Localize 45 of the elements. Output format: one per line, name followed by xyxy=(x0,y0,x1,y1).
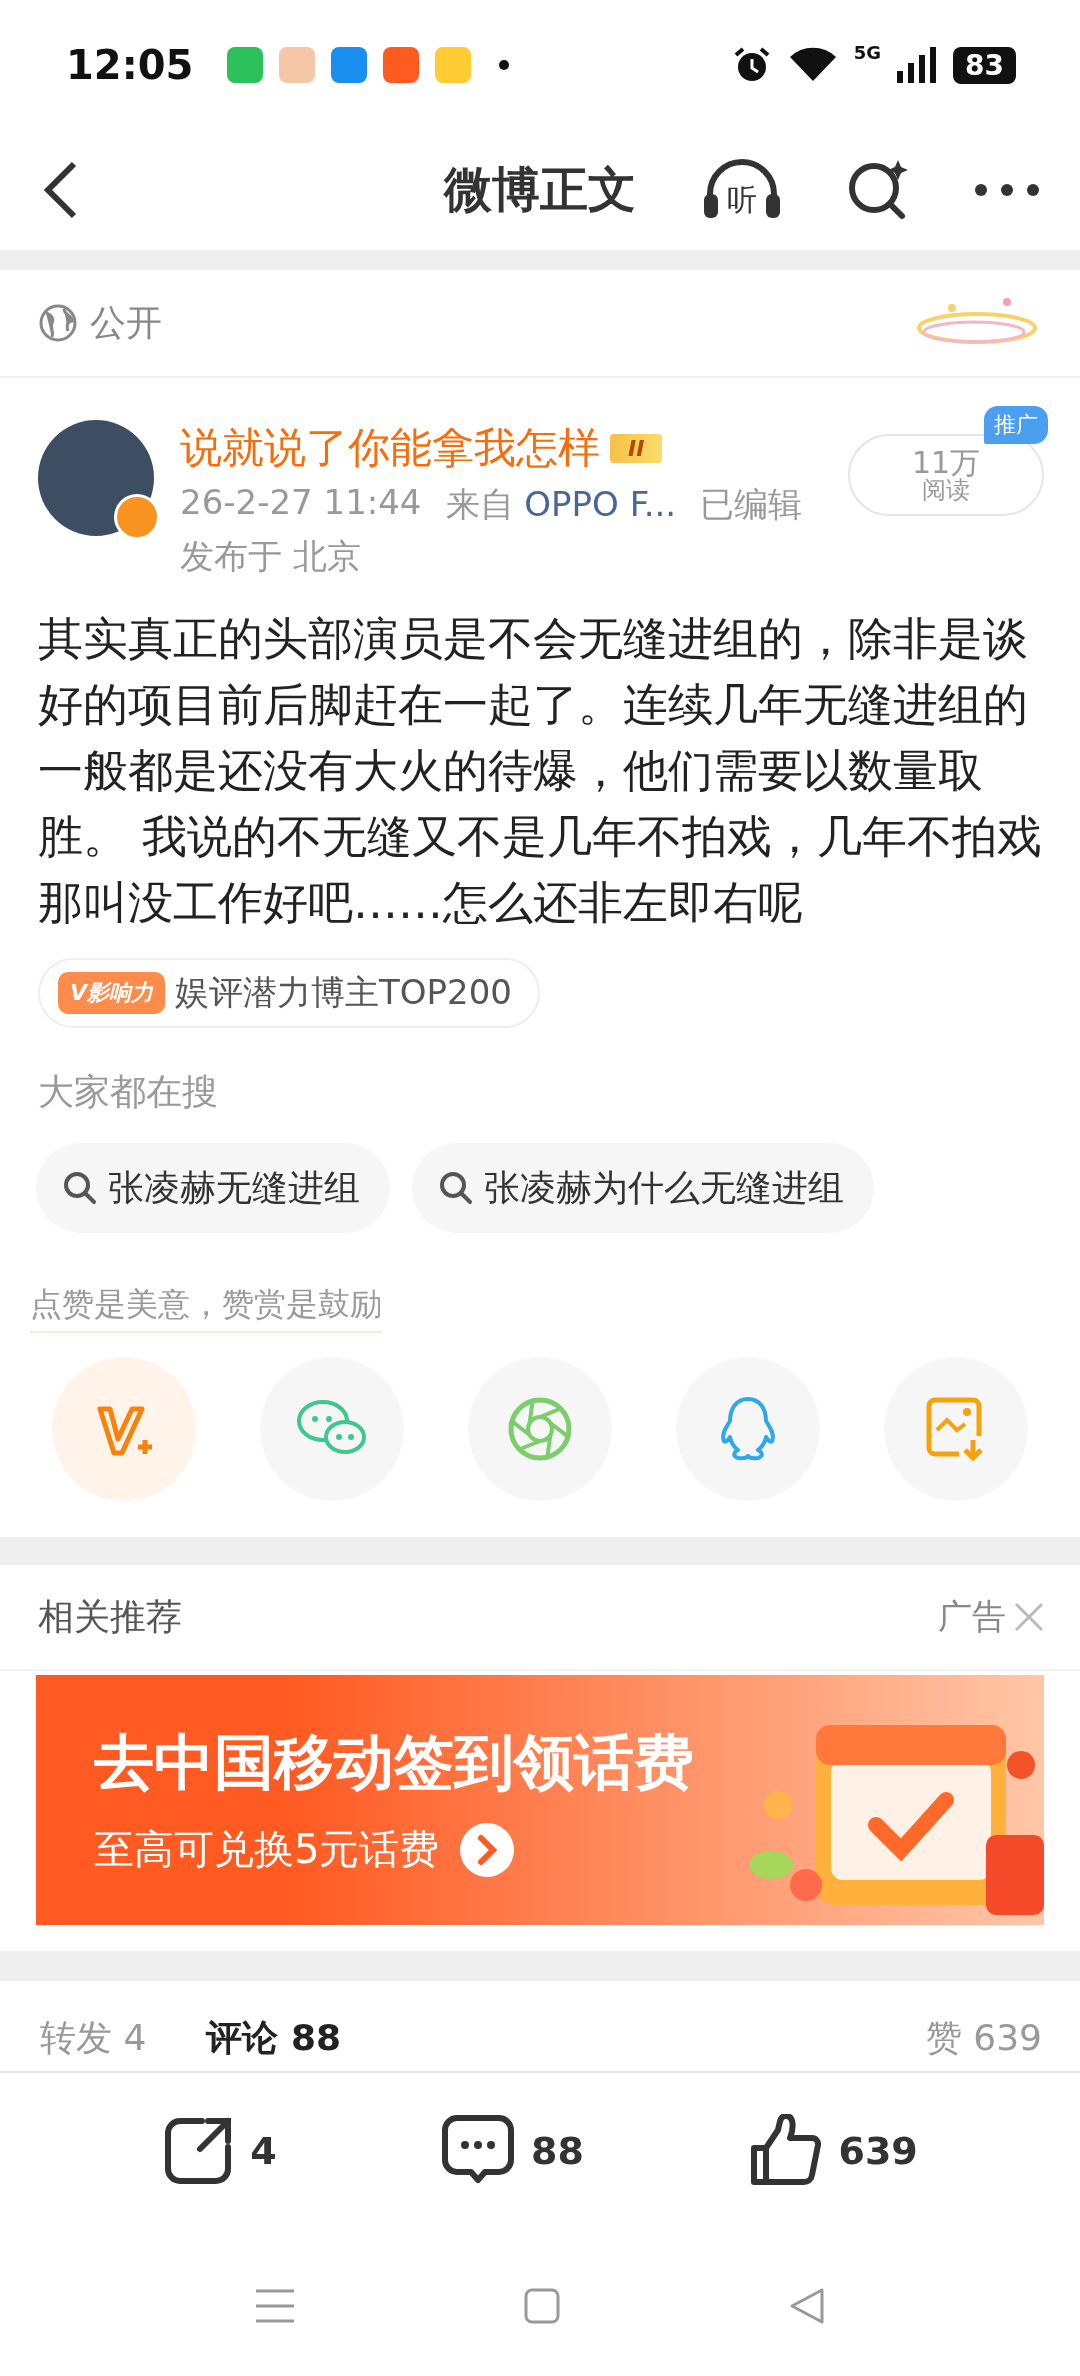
signal-bars-icon xyxy=(897,47,938,83)
hot-search-title: 大家都在搜 xyxy=(38,1070,219,1114)
penguin-icon xyxy=(718,1395,778,1463)
aperture-icon xyxy=(507,1396,573,1462)
visibility-label: 公开 xyxy=(90,300,162,345)
home-icon[interactable] xyxy=(524,2288,560,2324)
search-suggestion[interactable]: 张凌赫无缝进组 xyxy=(36,1143,390,1233)
influence-text: 娱评潜力博主TOP200 xyxy=(175,971,512,1014)
close-button[interactable] xyxy=(1014,1602,1044,1632)
back-icon[interactable] xyxy=(790,2288,824,2324)
post-text: 其实真正的头部演员是不会无缝进组的，除非是谈好的项目前后脚赶在一起了。连续几年无缝进组的一般都是还没有大火的待爆，他们需要以数量取胜。 我说的不无缝又不是几年不拍戏，几年不拍戏那叫没工作好吧……怎么还非左即右呢 xyxy=(38,611,1044,931)
more-button[interactable] xyxy=(974,183,1040,197)
post-location: 发布于 北京 xyxy=(180,535,361,578)
ad-label: 广告 xyxy=(938,1595,1006,1638)
search-suggestion[interactable]: 张凌赫为什么无缝进组 xyxy=(412,1143,874,1233)
ad-subline: 至高可兑换5元话费 xyxy=(94,1825,440,1874)
edited-label: 已编辑 xyxy=(700,483,803,526)
network-type: 5G xyxy=(853,42,882,63)
page-title: 微博正文 xyxy=(444,160,636,219)
wifi-icon xyxy=(787,47,838,83)
promote-badge: 推广 xyxy=(984,406,1048,444)
reward-hint: 点赞是美意，赞赏是鼓励 xyxy=(30,1283,382,1333)
influence-tag: V影响力 xyxy=(58,972,166,1014)
globe-icon xyxy=(38,303,78,343)
menu-icon[interactable] xyxy=(256,2288,294,2324)
thumbs-up-icon xyxy=(748,2114,823,2188)
tab[interactable]: 评论 88 xyxy=(206,2014,341,2071)
arrow-circle-icon xyxy=(459,1821,516,1878)
post-source: 来自 OPPO F... xyxy=(445,483,677,526)
ad-headline: 去中国移动签到领话费 xyxy=(94,1725,695,1799)
search-icon xyxy=(438,1170,474,1206)
member-level-badge: II xyxy=(610,433,663,463)
action-button[interactable]: 639 xyxy=(742,2113,924,2189)
source-link[interactable]: OPPO F... xyxy=(524,484,677,524)
related-title: 相关推荐 xyxy=(38,1594,182,1639)
action-button[interactable]: 4 xyxy=(156,2114,283,2188)
status-time: 12:05 xyxy=(66,42,194,88)
more-notifications-icon xyxy=(499,60,510,70)
action-button[interactable]: 88 xyxy=(435,2113,590,2189)
search-icon xyxy=(62,1170,98,1206)
search-button[interactable] xyxy=(846,158,910,222)
listen-button[interactable]: 听 xyxy=(702,158,782,222)
battery-level: 83 xyxy=(953,46,1016,84)
post-time: 26-2-27 11:44 xyxy=(180,482,422,524)
influence-chip[interactable]: V影响力 娱评潜力博主TOP200 xyxy=(38,958,540,1028)
